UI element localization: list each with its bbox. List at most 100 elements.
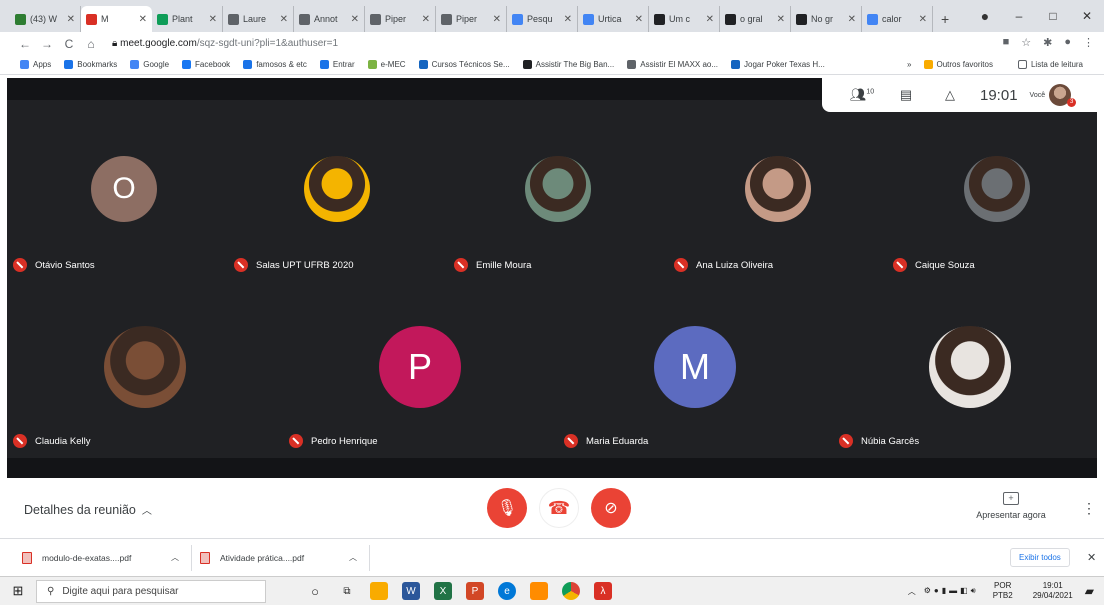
close-tab-icon[interactable]: ✕ <box>777 14 785 25</box>
bookmark-item[interactable]: Cursos Técnicos Se... <box>418 60 510 69</box>
people-icon[interactable]: 👥︎10 <box>840 87 884 103</box>
taskbar-clock[interactable]: 19:01 29/04/2021 <box>1033 581 1073 601</box>
download-item[interactable]: Atividade prática....pdf ︿ <box>200 544 370 571</box>
cortana-icon[interactable]: ○ <box>306 582 324 600</box>
back-icon[interactable]: ← <box>14 37 36 51</box>
browser-tab[interactable]: M ✕ <box>81 6 152 32</box>
file-explorer-icon[interactable] <box>370 582 388 600</box>
participant-avatar[interactable] <box>304 156 370 222</box>
other-favorites[interactable]: Outros favoritos <box>923 60 993 69</box>
chevron-up-icon[interactable]: ︿ <box>171 552 179 563</box>
star-icon[interactable]: ☆ <box>1021 36 1031 49</box>
close-tab-icon[interactable]: ✕ <box>280 14 288 25</box>
browser-tab[interactable]: Piper ✕ <box>436 6 507 32</box>
profile-icon[interactable]: ● <box>968 8 1002 24</box>
participant-avatar[interactable]: P <box>379 326 461 408</box>
browser-tab[interactable]: Um c ✕ <box>649 6 720 32</box>
mic-off-button[interactable]: 🎙︎ <box>487 488 527 528</box>
bookmark-icon <box>20 60 29 69</box>
close-tab-icon[interactable]: ✕ <box>706 14 714 25</box>
camera-icon[interactable]: ■ <box>1003 36 1010 49</box>
new-tab-button[interactable]: + <box>933 6 957 32</box>
browser-tab[interactable]: (43) W ✕ <box>10 6 81 32</box>
edge-icon[interactable]: e <box>498 582 516 600</box>
word-icon[interactable]: W <box>402 582 420 600</box>
participant-name: Núbia Garcês <box>861 435 920 447</box>
home-icon[interactable]: ⌂ <box>80 37 102 51</box>
bookmark-item[interactable]: Assistir The Big Ban... <box>522 60 614 69</box>
bookmarks-overflow[interactable]: » <box>907 60 911 69</box>
more-options-icon[interactable]: ⋮ <box>1082 500 1096 517</box>
browser-tab[interactable]: Laure ✕ <box>223 6 294 32</box>
browser-tab[interactable]: Annot ✕ <box>294 6 365 32</box>
present-now-button[interactable]: + Apresentar agora <box>966 492 1056 520</box>
participant-avatar[interactable] <box>525 156 591 222</box>
camera-off-button[interactable]: ⊘ <box>591 488 631 528</box>
participant-avatar[interactable]: M <box>654 326 736 408</box>
participant-avatar[interactable] <box>745 156 811 222</box>
task-view-icon[interactable]: ⧉ <box>338 582 356 600</box>
leave-call-button[interactable]: ☎︎ <box>539 488 579 528</box>
bookmark-item[interactable]: Assistir El MAXX ao... <box>627 60 718 69</box>
close-window-button[interactable]: ✕ <box>1070 9 1104 23</box>
address-bar[interactable]: 🔒︎ meet.google.com/sqz-sgdt-uni?pli=1&au… <box>112 38 338 49</box>
excel-icon[interactable]: X <box>434 582 452 600</box>
close-tab-icon[interactable]: ✕ <box>351 14 359 25</box>
bookmark-item[interactable]: Apps <box>20 60 51 69</box>
tab-label: Um c <box>669 14 690 24</box>
close-tab-icon[interactable]: ✕ <box>635 14 643 25</box>
reading-list[interactable]: Lista de leitura <box>1017 60 1083 69</box>
browser-tab[interactable]: Pesqu ✕ <box>507 6 578 32</box>
download-item[interactable]: modulo-de-exatas....pdf ︿ <box>22 544 192 571</box>
bookmark-item[interactable]: Jogar Poker Texas H... <box>731 60 825 69</box>
participant-avatar[interactable]: O <box>91 156 157 222</box>
close-tab-icon[interactable]: ✕ <box>422 14 430 25</box>
close-tab-icon[interactable]: ✕ <box>848 14 856 25</box>
browser-tab[interactable]: Piper ✕ <box>365 6 436 32</box>
participant-avatar[interactable] <box>929 326 1011 408</box>
close-tab-icon[interactable]: ✕ <box>919 14 927 25</box>
tray-overflow-icon[interactable]: ︿ <box>908 586 916 597</box>
extensions-icon[interactable]: ✱ <box>1043 36 1052 49</box>
browser-tab[interactable]: Plant ✕ <box>152 6 223 32</box>
close-tab-icon[interactable]: ✕ <box>209 14 217 25</box>
minimize-button[interactable]: – <box>1002 9 1036 23</box>
activities-icon[interactable]: △ <box>928 87 972 103</box>
powerpoint-icon[interactable]: P <box>466 582 484 600</box>
participant-avatar[interactable] <box>964 156 1030 222</box>
bookmark-item[interactable]: famosos & etc <box>243 60 307 69</box>
bookmark-item[interactable]: Entrar <box>319 60 355 69</box>
close-tab-icon[interactable]: ✕ <box>139 14 147 25</box>
close-tab-icon[interactable]: ✕ <box>493 14 501 25</box>
forward-icon[interactable]: → <box>36 37 58 51</box>
bookmark-item[interactable]: Bookmarks <box>64 60 117 69</box>
sticky-app-icon[interactable] <box>530 582 548 600</box>
taskbar-search[interactable]: ⚲ Digite aqui para pesquisar <box>36 579 266 603</box>
bookmark-item[interactable]: Google <box>130 60 169 69</box>
browser-tab[interactable]: Urtica ✕ <box>578 6 649 32</box>
bookmark-item[interactable]: e-MEC <box>367 60 406 69</box>
participant-avatar[interactable] <box>104 326 186 408</box>
windows-start-icon[interactable]: ⊞ <box>0 583 36 599</box>
close-tab-icon[interactable]: ✕ <box>67 14 75 25</box>
menu-icon[interactable]: ⋮ <box>1083 36 1094 49</box>
browser-tab[interactable]: calor ✕ <box>862 6 933 32</box>
close-tab-icon[interactable]: ✕ <box>564 14 572 25</box>
close-downloads-icon[interactable]: ✕ <box>1087 551 1096 564</box>
maximize-button[interactable]: □ <box>1036 9 1070 23</box>
browser-tab[interactable]: No gr ✕ <box>791 6 862 32</box>
show-all-downloads-button[interactable]: Exibir todos <box>1010 548 1070 567</box>
chevron-up-icon[interactable]: ︿ <box>349 552 357 563</box>
language-indicator[interactable]: POR PTB2 <box>993 581 1013 601</box>
bookmark-item[interactable]: Facebook <box>182 60 230 69</box>
chat-icon[interactable]: ▤ <box>884 87 928 103</box>
tray-icons[interactable]: ⚙●▮▬◧🔊︎ <box>924 586 979 596</box>
profile-avatar-icon[interactable]: ● <box>1064 36 1071 49</box>
pdf-file-icon <box>200 551 210 564</box>
browser-tab[interactable]: o gral ✕ <box>720 6 791 32</box>
chrome-icon[interactable] <box>562 582 580 600</box>
reload-icon[interactable]: C <box>58 37 80 51</box>
meeting-details-button[interactable]: Detalhes da reunião ︿ <box>24 502 152 517</box>
notifications-icon[interactable]: ▰ <box>1085 584 1094 598</box>
pdf-reader-icon[interactable]: λ <box>594 582 612 600</box>
